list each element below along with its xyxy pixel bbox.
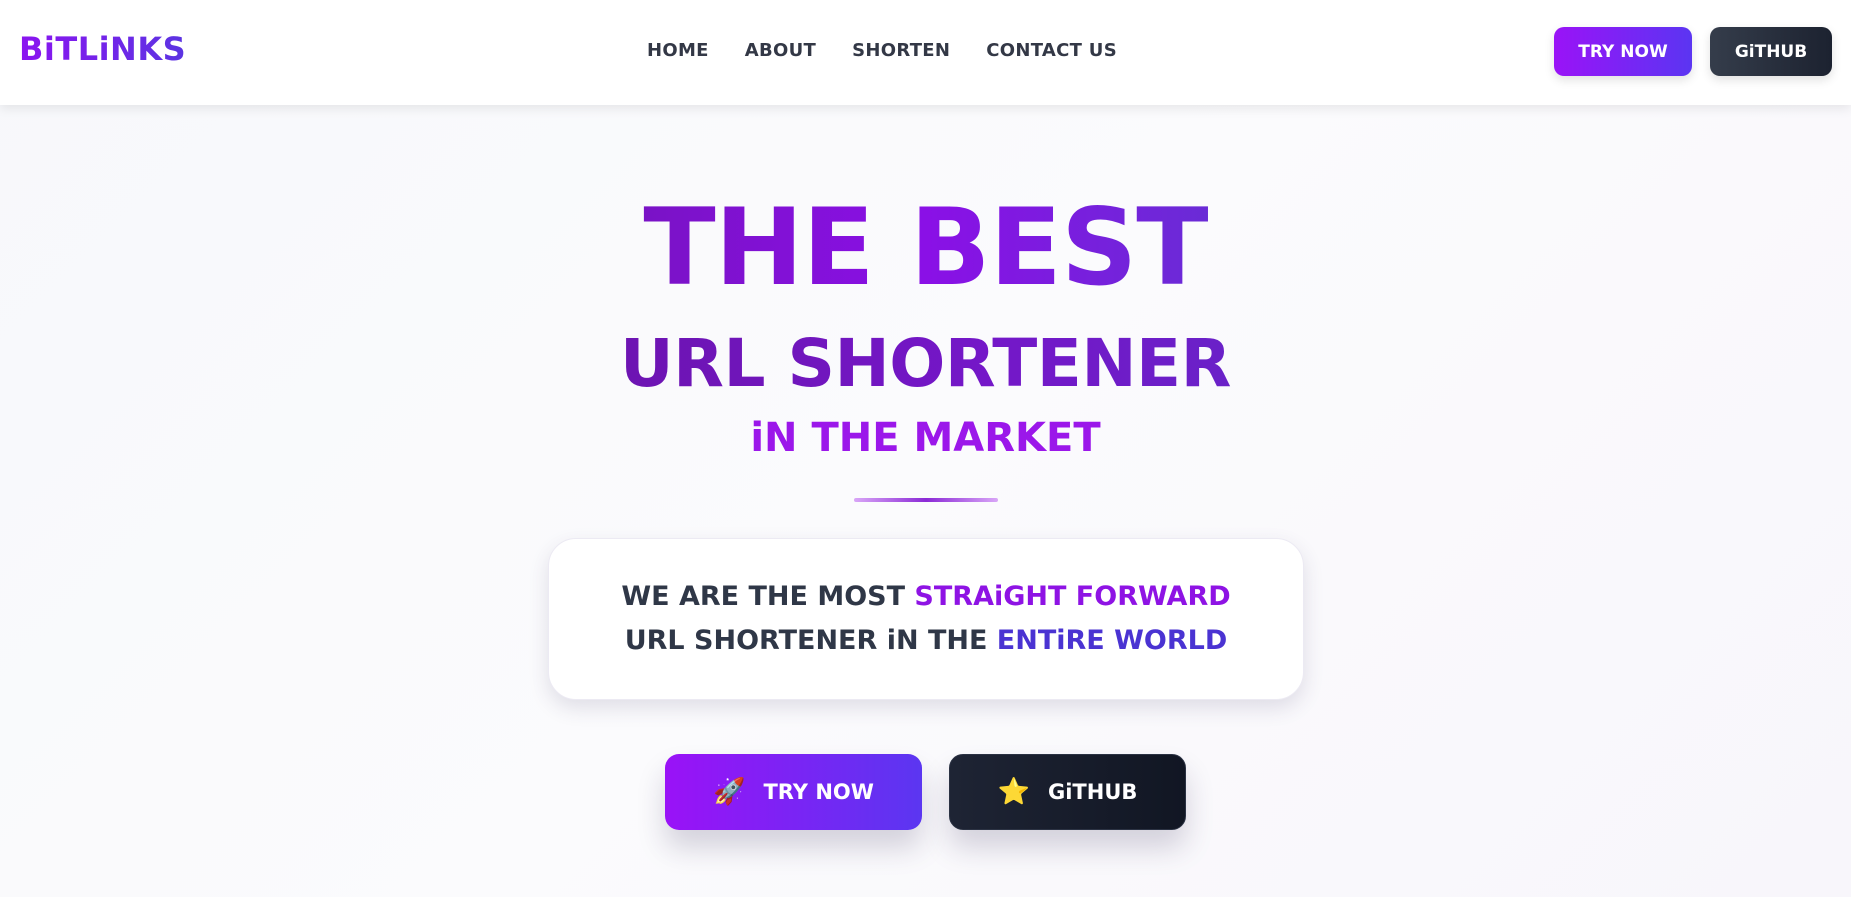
star-icon: ⭐ xyxy=(997,777,1030,807)
cta-github-label: GiTHUB xyxy=(1047,780,1138,804)
tagline-card: WE ARE THE MOST STRAiGHT FORWARD URL SHO… xyxy=(548,538,1304,700)
nav-link-shorten[interactable]: SHORTEN xyxy=(852,40,950,61)
cta-try-now-button[interactable]: 🚀 TRY NOW xyxy=(665,754,922,830)
hero-divider xyxy=(854,498,998,502)
nav-link-contact[interactable]: CONTACT US xyxy=(986,40,1117,61)
cta-try-now-label: TRY NOW xyxy=(763,780,874,804)
tagline-part2: URL SHORTENER iN THE xyxy=(624,625,997,656)
nav-links: HOME ABOUT SHORTEN CONTACT US xyxy=(647,40,1153,61)
nav-github-button[interactable]: GiTHUB xyxy=(1710,27,1832,76)
hero-title-line1: THE BEST xyxy=(643,186,1208,309)
nav-link-about[interactable]: ABOUT xyxy=(745,40,816,61)
nav-link-home[interactable]: HOME xyxy=(647,40,709,61)
tagline-highlight-world: ENTiRE WORLD xyxy=(996,625,1228,656)
tagline-highlight-straightforward: STRAiGHT FORWARD xyxy=(914,581,1231,612)
cta-github-button[interactable]: ⭐ GiTHUB xyxy=(949,754,1186,830)
tagline-part1: WE ARE THE MOST xyxy=(621,581,915,612)
brand-logo[interactable]: BiTLiNKS xyxy=(19,30,186,68)
hero-title-line2: URL SHORTENER xyxy=(620,325,1231,402)
hero-title-line3: iN THE MARKET xyxy=(750,415,1101,461)
navbar: BiTLiNKS HOME ABOUT SHORTEN CONTACT US T… xyxy=(0,0,1851,105)
tagline-text: WE ARE THE MOST STRAiGHT FORWARD URL SHO… xyxy=(609,575,1243,663)
nav-try-now-button[interactable]: TRY NOW xyxy=(1554,27,1692,76)
rocket-icon: 🚀 xyxy=(713,777,746,807)
